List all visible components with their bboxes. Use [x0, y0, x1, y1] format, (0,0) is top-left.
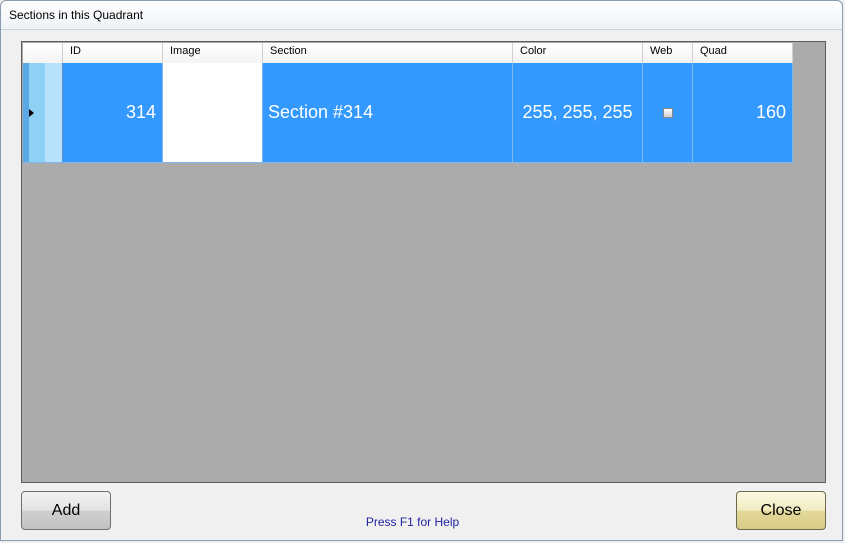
row-header-column [23, 43, 63, 63]
web-checkbox[interactable] [662, 107, 673, 118]
cell-image[interactable] [163, 63, 263, 163]
grid-header-row: ID Image Section Color Web Quad [23, 43, 793, 64]
cell-web[interactable] [643, 63, 693, 163]
current-row-arrow-icon [29, 108, 34, 117]
window-title: Sections in this Quadrant [9, 8, 144, 22]
sections-grid[interactable]: ID Image Section Color Web Quad 314 Sect… [21, 41, 826, 483]
row-selector[interactable] [23, 63, 63, 163]
table-row[interactable]: 314 Section #314 255, 255, 255 160 [23, 63, 793, 163]
column-header-section[interactable]: Section [263, 43, 513, 63]
column-header-web[interactable]: Web [643, 43, 693, 63]
cell-id[interactable]: 314 [63, 63, 163, 163]
column-header-id[interactable]: ID [63, 43, 163, 63]
help-hint: Press F1 for Help [365, 515, 460, 529]
dialog-window: Sections in this Quadrant ID Image Secti… [0, 0, 843, 541]
column-header-color[interactable]: Color [513, 43, 643, 63]
cell-color[interactable]: 255, 255, 255 [513, 63, 643, 163]
column-header-quad[interactable]: Quad [693, 43, 793, 63]
title-bar[interactable]: Sections in this Quadrant [1, 1, 842, 30]
cell-quad[interactable]: 160 [693, 63, 793, 163]
close-button[interactable]: Close [736, 491, 826, 530]
column-header-image[interactable]: Image [163, 43, 263, 63]
cell-section[interactable]: Section #314 [263, 63, 513, 163]
